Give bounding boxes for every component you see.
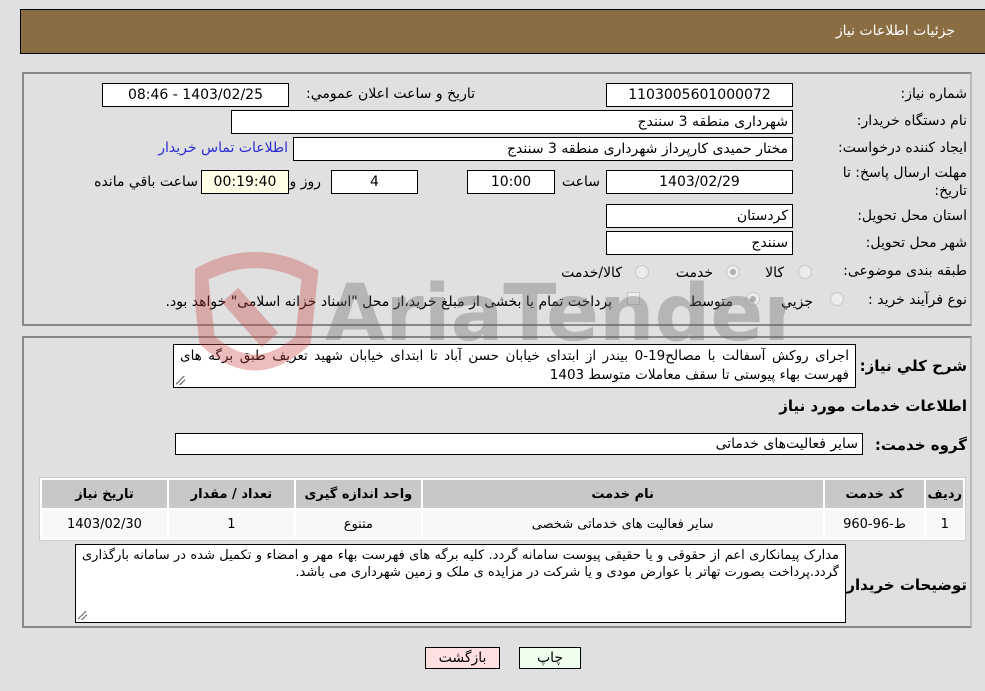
col-header-service-name: نام خدمت [422, 480, 823, 508]
col-header-need-date: تاريخ نياز [42, 480, 167, 508]
table-row: 1 ط-96-960 سایر فعالیت های خدماتی شخصی م… [42, 510, 963, 538]
need-number-field[interactable]: 1103005601000072 [606, 83, 793, 107]
back-button[interactable]: بازگشت [425, 647, 500, 669]
services-table: رديف کد خدمت نام خدمت واحد اندازه گيری ت… [39, 477, 966, 541]
treasury-note: پرداخت تمام یا بخشی از مبلغ خرید،از محل … [165, 294, 612, 310]
table-header-row: رديف کد خدمت نام خدمت واحد اندازه گيری ت… [42, 480, 963, 508]
process-type-label: نوع فرآیند خرید : [868, 292, 967, 308]
need-number-label: شماره نیاز: [900, 86, 968, 102]
category-radio-service[interactable] [726, 265, 740, 279]
announce-date-label: تاریخ و ساعت اعلان عمومي: [306, 86, 475, 102]
page-header: جزئیات اطلاعات نیاز [20, 9, 985, 54]
treasury-checkbox[interactable] [627, 292, 640, 305]
buyer-notes-label: توضيحات خريدار: [840, 576, 967, 594]
buyer-org-field[interactable]: شهرداری منطقه 3 سنندج [231, 110, 793, 134]
deadline-label-line2: تاریخ: [934, 183, 967, 199]
remaining-time-field[interactable]: 00:19:40 [201, 170, 289, 194]
process-option-minor: جزيي [781, 294, 813, 310]
buyer-org-label: نام دستگاه خريدار: [856, 113, 967, 129]
deadline-label-line1: مهلت ارسال پاسخ: تا [842, 165, 967, 181]
creator-label: ایجاد کننده درخواست: [838, 140, 967, 156]
service-group-field[interactable]: سایر فعالیت‌های خدماتی [175, 433, 863, 455]
page-title: جزئیات اطلاعات نیاز [835, 23, 955, 39]
cell-unit: متنوع [295, 510, 421, 538]
category-radio-goods-service[interactable] [635, 265, 649, 279]
days-label: روز و [289, 174, 322, 190]
col-header-quantity: تعداد / مقدار [168, 480, 294, 508]
print-button[interactable]: چاپ [519, 647, 581, 669]
resize-handle-icon[interactable] [78, 611, 87, 620]
cell-service-code: ط-96-960 [824, 510, 925, 538]
city-label: شهر محل تحویل: [865, 235, 967, 251]
cell-row-number: 1 [926, 510, 963, 538]
col-header-unit: واحد اندازه گيری [295, 480, 421, 508]
remaining-time-label: ساعت باقي مانده [94, 174, 198, 190]
description-textarea[interactable]: اجرای روکش آسفالت با مصالح19-0 بیندر از … [173, 344, 856, 388]
cell-service-name: سایر فعالیت های خدماتی شخصی [422, 510, 823, 538]
resize-handle-icon[interactable] [176, 376, 185, 385]
deadline-time-field[interactable]: 10:00 [467, 170, 555, 194]
cell-quantity: 1 [168, 510, 294, 538]
deadline-time-label: ساعت [561, 174, 600, 190]
category-option-goods: کالا [765, 265, 784, 281]
province-field[interactable]: کردستان [606, 204, 793, 228]
description-label: شرح کلي نياز: [859, 357, 967, 375]
province-label: استان محل تحویل: [857, 208, 967, 224]
description-text: اجرای روکش آسفالت با مصالح19-0 بیندر از … [180, 348, 849, 383]
category-option-service: خدمت [675, 265, 713, 281]
city-field[interactable]: سنندج [606, 231, 793, 255]
process-radio-medium[interactable] [746, 292, 760, 306]
services-heading: اطلاعات خدمات مورد نياز [779, 397, 967, 415]
cell-need-date: 1403/02/30 [42, 510, 167, 538]
buyer-contact-link[interactable]: اطلاعات تماس خريدار [158, 140, 288, 156]
buyer-notes-textarea[interactable]: مدارک پیمانکاری اعم از حقوقی و یا حقیقی … [75, 544, 846, 623]
col-header-service-code: کد خدمت [824, 480, 925, 508]
buyer-notes-text: مدارک پیمانکاری اعم از حقوقی و یا حقیقی … [82, 548, 839, 580]
category-option-goods-service: کالا/خدمت [561, 265, 622, 281]
col-header-row-number: رديف [926, 480, 963, 508]
category-label: طبقه بندی موضوعی: [843, 263, 967, 279]
days-remaining-field[interactable]: 4 [331, 170, 418, 194]
creator-field[interactable]: مختار حمیدی کارپرداز شهرداری منطقه 3 سنن… [293, 137, 793, 161]
process-option-medium: متوسط [689, 294, 733, 310]
deadline-date-field[interactable]: 1403/02/29 [606, 170, 793, 194]
service-group-label: گروه خدمت: [874, 436, 967, 454]
process-radio-minor[interactable] [830, 292, 844, 306]
category-radio-goods[interactable] [798, 265, 812, 279]
announce-date-field[interactable]: 1403/02/25 - 08:46 [102, 83, 289, 107]
